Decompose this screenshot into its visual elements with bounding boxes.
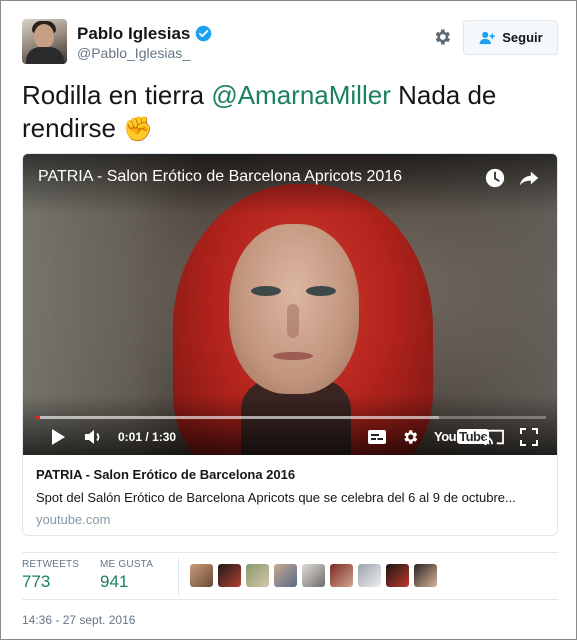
video-time: 0:01 / 1:30 bbox=[118, 430, 177, 444]
stats-separator bbox=[178, 558, 179, 596]
settings-icon[interactable] bbox=[401, 428, 419, 446]
video-player[interactable]: PATRIA - Salon Erótico de Barcelona Apri… bbox=[23, 154, 557, 455]
follow-button-label: Seguir bbox=[502, 30, 543, 45]
play-icon[interactable] bbox=[50, 428, 66, 446]
video-progress-bar[interactable] bbox=[35, 416, 546, 419]
liker-avatar-9[interactable] bbox=[414, 564, 437, 587]
raised-fist-emoji: ✊ bbox=[123, 116, 154, 143]
tweet-timestamp[interactable]: 14:36 - 27 sept. 2016 bbox=[22, 613, 135, 627]
retweets-label: RETWEETS bbox=[22, 559, 80, 570]
card-title[interactable]: PATRIA - Salon Erótico de Barcelona 2016 bbox=[36, 467, 295, 482]
tweet-text-before: Rodilla en tierra bbox=[22, 80, 212, 110]
volume-icon[interactable] bbox=[84, 428, 102, 446]
gear-icon[interactable] bbox=[432, 27, 452, 47]
card-info[interactable]: PATRIA - Salon Erótico de Barcelona 2016… bbox=[23, 455, 557, 535]
video-card[interactable]: PATRIA - Salon Erótico de Barcelona Apri… bbox=[22, 153, 558, 536]
liker-avatar-2[interactable] bbox=[218, 564, 241, 587]
cast-icon[interactable] bbox=[483, 428, 505, 446]
liker-avatar-4[interactable] bbox=[274, 564, 297, 587]
fullscreen-icon[interactable] bbox=[520, 428, 538, 446]
share-arrow-icon[interactable] bbox=[518, 167, 540, 189]
progress-loaded bbox=[35, 416, 439, 419]
likes-label: ME GUSTA bbox=[100, 559, 154, 570]
user-avatar[interactable] bbox=[22, 19, 67, 64]
liker-avatar-1[interactable] bbox=[190, 564, 213, 587]
youtube-logo-you: You bbox=[434, 429, 457, 444]
tweet-text: Rodilla en tierra @AmarnaMiller Nada de … bbox=[22, 79, 552, 146]
follow-button[interactable]: Seguir bbox=[463, 20, 558, 55]
card-domain[interactable]: youtube.com bbox=[36, 512, 110, 527]
watch-later-clock-icon[interactable] bbox=[484, 167, 506, 189]
youtube-logo[interactable]: You Tube bbox=[434, 429, 490, 444]
user-handle[interactable]: @Pablo_Iglesias_ bbox=[77, 45, 190, 61]
verified-badge-icon bbox=[195, 25, 212, 42]
liker-avatar-3[interactable] bbox=[246, 564, 269, 587]
liker-avatar-5[interactable] bbox=[302, 564, 325, 587]
video-title[interactable]: PATRIA - Salon Erótico de Barcelona Apri… bbox=[38, 168, 402, 186]
mention-link[interactable]: @AmarnaMiller bbox=[211, 80, 391, 110]
stats-divider-bottom bbox=[22, 599, 558, 600]
card-description: Spot del Salón Erótico de Barcelona Apri… bbox=[36, 490, 516, 505]
liker-avatar-7[interactable] bbox=[358, 564, 381, 587]
liker-avatar-6[interactable] bbox=[330, 564, 353, 587]
retweets-count[interactable]: 773 bbox=[22, 572, 50, 592]
progress-played bbox=[35, 416, 41, 419]
tweet-frame: Pablo Iglesias @Pablo_Iglesias_ Seguir R… bbox=[0, 0, 577, 640]
liker-avatar-8[interactable] bbox=[386, 564, 409, 587]
stats-divider-top bbox=[22, 552, 558, 553]
likes-count[interactable]: 941 bbox=[100, 572, 128, 592]
subtitles-icon[interactable] bbox=[367, 428, 387, 446]
user-name[interactable]: Pablo Iglesias bbox=[77, 24, 190, 44]
add-user-icon bbox=[479, 31, 496, 44]
